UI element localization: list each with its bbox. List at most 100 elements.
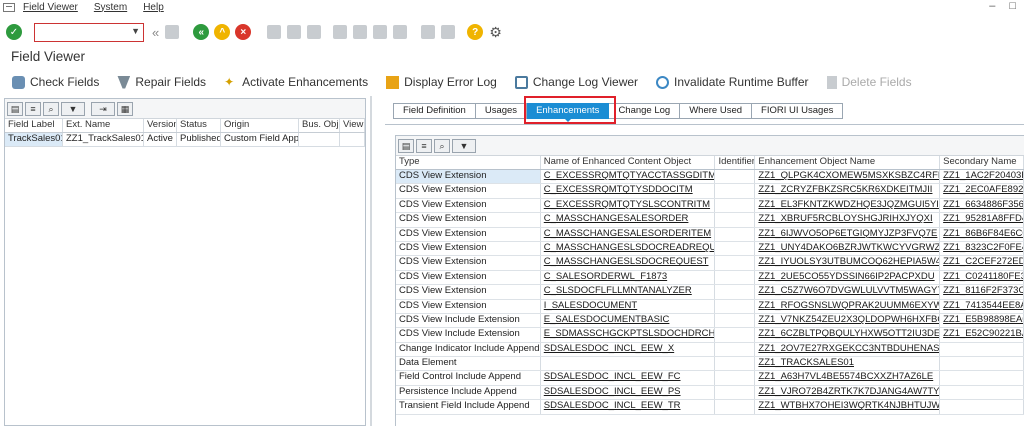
- cell-enhanced-object[interactable]: C_MASSCHANGESALESORDERITEM: [541, 227, 716, 241]
- find-icon[interactable]: [287, 25, 302, 39]
- cell-enhancement-object[interactable]: ZZ1_A63H7VL4BE5574BCXXZH7AZ6LE: [755, 371, 941, 385]
- table-row[interactable]: CDS View Extension I_SALESDOCUMENT ZZ1_RFO…: [396, 299, 1024, 314]
- table-row[interactable]: CDS View Extension C_MASSCHANGESLSDOCREQU…: [396, 256, 1024, 271]
- col-enhanced-object[interactable]: Name of Enhanced Content Object: [541, 156, 716, 169]
- find-icon[interactable]: ⌕: [43, 101, 59, 116]
- menu-system[interactable]: System: [94, 2, 127, 13]
- cell-secondary-name[interactable]: ZZ1_C2CEF272ED2: [940, 256, 1024, 270]
- enter-check-icon[interactable]: ✓: [6, 24, 22, 40]
- display-error-log-button[interactable]: Display Error Log: [386, 75, 497, 89]
- tab-field-definition[interactable]: Field Definition: [393, 103, 476, 119]
- cell-secondary-name[interactable]: ZZ1_8323C2F0FE4: [940, 241, 1024, 256]
- cell-secondary-name[interactable]: [940, 357, 1024, 371]
- cell-secondary-name[interactable]: ZZ1_7413544EE8A: [940, 299, 1024, 313]
- cell-enhanced-object[interactable]: E_SDMASSCHGCKPTSLSDOCHDRCHGBSC: [541, 328, 716, 342]
- details-icon[interactable]: ▤: [7, 101, 23, 116]
- tab-change-log[interactable]: Change Log: [609, 103, 681, 119]
- cell-secondary-name[interactable]: ZZ1_6634886F356: [940, 198, 1024, 213]
- cell-enhanced-object[interactable]: C_MASSCHANGESLSDOCREQUEST: [541, 256, 716, 270]
- cell-enhanced-object[interactable]: C_SALESORDERWL_F1873: [541, 270, 716, 285]
- invalidate-runtime-buffer-button[interactable]: Invalidate Runtime Buffer: [656, 75, 809, 89]
- next-page-icon[interactable]: [373, 25, 388, 39]
- cell-secondary-name[interactable]: [940, 371, 1024, 385]
- activate-enhancements-button[interactable]: ✦ Activate Enhancements: [224, 75, 368, 89]
- cell-secondary-name[interactable]: ZZ1_2EC0AFE8921: [940, 184, 1024, 198]
- cell-secondary-name[interactable]: ZZ1_95281A8FFD4: [940, 213, 1024, 227]
- cell-secondary-name[interactable]: [940, 385, 1024, 400]
- save-icon[interactable]: [165, 25, 180, 39]
- cell-enhancement-object[interactable]: ZZ1_C5Z7W6O7DVGWLULVVTM5WAGY74: [755, 285, 941, 299]
- cell-enhanced-object[interactable]: [541, 357, 716, 371]
- menu-help[interactable]: Help: [143, 2, 164, 13]
- help-icon[interactable]: ?: [467, 24, 484, 40]
- cell-enhancement-object[interactable]: ZZ1_2UE5CO55YDSSIN66IP2PACPXDU: [755, 270, 941, 285]
- table-row[interactable]: Field Control Include Append SDSALESDOC_I…: [396, 371, 1024, 386]
- table-row[interactable]: CDS View Extension C_EXCESSRQMTQTYSLSCONT…: [396, 198, 1024, 214]
- cell-enhanced-object[interactable]: SDSALESDOC_INCL_EEW_TR: [541, 400, 716, 414]
- cell-secondary-name[interactable]: [940, 400, 1024, 414]
- col-origin[interactable]: Origin: [221, 119, 299, 132]
- table-row[interactable]: CDS View Extension C_EXCESSRQMTQTYACCTASS…: [396, 170, 1024, 185]
- cell-secondary-name[interactable]: ZZ1_86B6F84E6C0: [940, 227, 1024, 241]
- find-icon[interactable]: ⌕: [434, 138, 450, 153]
- cell-enhanced-object[interactable]: C_SLSDOCFLFLLMNTANALYZER: [541, 285, 716, 299]
- find-next-icon[interactable]: [307, 25, 322, 39]
- new-session-icon[interactable]: [421, 25, 436, 39]
- cell-enhanced-object[interactable]: E_SALESDOCUMENTBASIC: [541, 313, 716, 328]
- col-ext-name[interactable]: Ext. Name: [63, 119, 144, 132]
- cell-secondary-name[interactable]: ZZ1_C0241180FE3: [940, 270, 1024, 285]
- check-fields-button[interactable]: Check Fields: [12, 75, 99, 89]
- table-row[interactable]: CDS View Extension C_MASSCHANGESALESORDER…: [396, 213, 1024, 228]
- table-row[interactable]: CDS View Extension C_MASSCHANGESLSDOCREAD…: [396, 241, 1024, 257]
- col-status[interactable]: Status: [177, 119, 221, 132]
- export-icon[interactable]: ⇥: [91, 101, 115, 116]
- maximize-button[interactable]: □: [1009, 0, 1016, 12]
- cell-enhanced-object[interactable]: C_MASSCHANGESALESORDER: [541, 213, 716, 227]
- col-identifier[interactable]: Identifier: [715, 156, 756, 169]
- cell-enhancement-object[interactable]: ZZ1_WTBHX7OHEI3WQRTK4NJBHTUJWM: [755, 400, 941, 414]
- details-icon[interactable]: ▤: [398, 138, 414, 153]
- settings-icon[interactable]: ⚙: [489, 24, 502, 41]
- cell-secondary-name[interactable]: ZZ1_E52C90221BA: [940, 328, 1024, 342]
- layout-icon[interactable]: ▦: [117, 101, 133, 116]
- table-row[interactable]: Persistence Include Append SDSALESDOC_INC…: [396, 385, 1024, 401]
- sort-icon[interactable]: ≡: [416, 138, 432, 153]
- command-field[interactable]: ▼: [34, 22, 144, 42]
- cell-secondary-name[interactable]: ZZ1_E5B98898EA0: [940, 313, 1024, 328]
- cell-enhanced-object[interactable]: C_EXCESSRQMTQTYACCTASSGDITM: [541, 170, 716, 184]
- delete-fields-button[interactable]: Delete Fields: [826, 75, 912, 89]
- cell-enhanced-object[interactable]: C_MASSCHANGESLSDOCREADREQUEST: [541, 241, 716, 256]
- col-view[interactable]: View: [340, 119, 365, 132]
- table-row[interactable]: Change Indicator Include Append SDSALESDO…: [396, 342, 1024, 358]
- cell-enhancement-object[interactable]: ZZ1_2OV7E27RXGEKCC3NTBDUHENASI: [755, 342, 941, 357]
- cell-enhancement-object[interactable]: ZZ1_TRACKSALES01: [755, 357, 941, 371]
- cell-enhanced-object[interactable]: SDSALESDOC_INCL_EEW_X: [541, 342, 716, 357]
- minimize-button[interactable]: –: [989, 0, 995, 12]
- shortcut-icon[interactable]: [441, 25, 456, 39]
- table-row[interactable]: CDS View Extension C_MASSCHANGESALESORDER…: [396, 227, 1024, 242]
- menu-field-viewer[interactable]: Field Viewer: [23, 2, 78, 13]
- repair-fields-button[interactable]: Repair Fields: [117, 75, 206, 89]
- previous-page-icon[interactable]: [353, 25, 368, 39]
- panel-splitter[interactable]: [370, 96, 372, 426]
- change-log-viewer-button[interactable]: Change Log Viewer: [514, 75, 638, 89]
- cell-enhancement-object[interactable]: ZZ1_VJRO72B4ZRTK7K7DJANG4AW7TY: [755, 385, 941, 400]
- cell-enhanced-object[interactable]: C_EXCESSRQMTQTYSDDOCITM: [541, 184, 716, 198]
- cell-enhanced-object[interactable]: C_EXCESSRQMTQTYSLSCONTRITM: [541, 198, 716, 213]
- col-secondary-name[interactable]: Secondary Name: [940, 156, 1024, 169]
- double-left-arrow-icon[interactable]: «: [152, 25, 159, 40]
- cell-secondary-name[interactable]: ZZ1_1AC2F20403F: [940, 170, 1024, 184]
- table-row[interactable]: CDS View Extension C_SALESORDERWL_F1873 ZZ…: [396, 270, 1024, 286]
- cell-enhancement-object[interactable]: ZZ1_ZCRYZFBKZSRC5KR6XDKEITMJII: [755, 184, 941, 198]
- col-field-label[interactable]: Field Label: [5, 119, 63, 132]
- cell-enhanced-object[interactable]: I_SALESDOCUMENT: [541, 299, 716, 313]
- table-row[interactable]: Transient Field Include Append SDSALESDOC…: [396, 400, 1024, 415]
- cell-enhancement-object[interactable]: ZZ1_6IJWVO5OP6ETGIQMYJZP3FVQ7E: [755, 227, 941, 241]
- cell-enhancement-object[interactable]: ZZ1_XBRUF5RCBLOYSHGJRIHXJYQXI: [755, 213, 941, 227]
- cell-enhancement-object[interactable]: ZZ1_6CZBLTPQBQULYHXW5OTT2IU3DE: [755, 328, 941, 342]
- col-enhancement-object[interactable]: Enhancement Object Name: [755, 156, 941, 169]
- table-row[interactable]: Data Element ZZ1_TRACKSALES01: [396, 357, 1024, 372]
- cell-enhancement-object[interactable]: ZZ1_RFOGSNSLWQPRAK2UUMM6EXYWFQ: [755, 299, 941, 313]
- last-page-icon[interactable]: [393, 25, 408, 39]
- filter-icon[interactable]: ▼: [452, 138, 476, 153]
